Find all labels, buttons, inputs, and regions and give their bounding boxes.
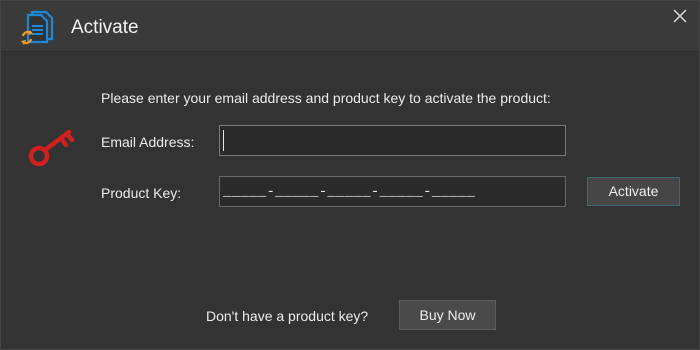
email-field[interactable] — [219, 125, 566, 156]
product-key-label: Product Key: — [101, 185, 182, 201]
title-bar: Activate — [1, 1, 699, 52]
product-key-mask: _____-_____-_____-_____-_____ — [223, 184, 476, 200]
key-icon — [28, 129, 75, 167]
email-label: Email Address: — [101, 134, 195, 150]
activate-dialog: Activate Please enter your email address… — [0, 0, 700, 350]
document-sync-icon — [21, 10, 54, 45]
window-title: Activate — [71, 17, 139, 38]
activate-button[interactable]: Activate — [587, 177, 680, 206]
no-key-prompt: Don't have a product key? — [206, 308, 369, 324]
close-icon[interactable] — [669, 5, 691, 27]
text-caret — [223, 130, 224, 151]
buy-now-button[interactable]: Buy Now — [399, 300, 496, 330]
instruction-text: Please enter your email address and prod… — [101, 90, 551, 106]
